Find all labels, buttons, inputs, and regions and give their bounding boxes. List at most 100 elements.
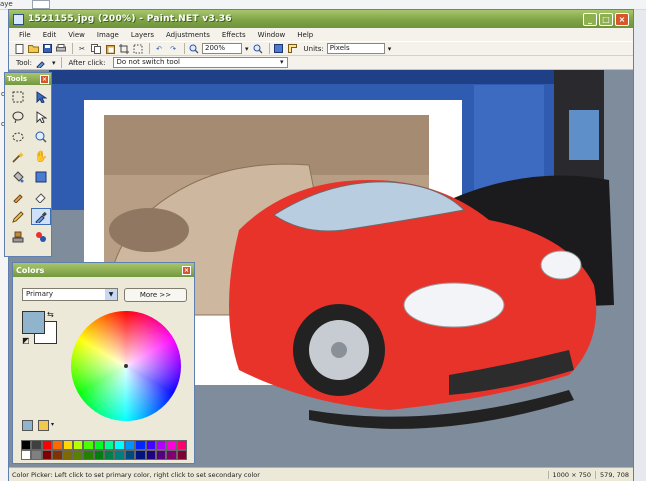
zoom-dropdown-arrow[interactable]: ▾ bbox=[245, 45, 249, 53]
palette-swatch[interactable] bbox=[135, 440, 146, 450]
menu-help[interactable]: Help bbox=[291, 31, 319, 39]
print-icon[interactable] bbox=[55, 43, 67, 54]
menu-window[interactable]: Window bbox=[252, 31, 292, 39]
color-wheel[interactable] bbox=[71, 311, 181, 421]
palette-swatch[interactable] bbox=[104, 440, 115, 450]
swap-colors-icon[interactable]: ⇆ bbox=[47, 310, 54, 319]
palette-swatch[interactable] bbox=[41, 440, 53, 450]
menu-adjustments[interactable]: Adjustments bbox=[160, 31, 216, 39]
palette-swatch[interactable] bbox=[62, 450, 73, 460]
close-button[interactable]: × bbox=[615, 12, 629, 26]
zoom-combo[interactable]: 200% bbox=[202, 43, 242, 54]
colors-panel-titlebar[interactable]: Colors × bbox=[13, 263, 194, 277]
recolor-icon[interactable] bbox=[31, 228, 51, 245]
paste-icon[interactable] bbox=[104, 43, 116, 54]
palette-swatch[interactable] bbox=[93, 440, 104, 450]
gradient-icon[interactable] bbox=[31, 168, 51, 185]
palette-swatch[interactable] bbox=[145, 450, 156, 460]
title-bar[interactable]: 1521155.jpg (200%) - Paint.NET v3.36 _ □… bbox=[9, 10, 633, 28]
rulers-icon[interactable] bbox=[287, 43, 299, 54]
palette-swatch[interactable] bbox=[52, 440, 63, 450]
eraser-icon[interactable] bbox=[31, 188, 51, 205]
maximize-button[interactable]: □ bbox=[599, 12, 613, 26]
reset-colors-icon[interactable]: ◩ bbox=[22, 336, 30, 345]
palette-swatch[interactable] bbox=[93, 450, 104, 460]
redo-icon[interactable]: ↷ bbox=[167, 43, 179, 54]
color-picker-tool-icon[interactable] bbox=[35, 57, 47, 68]
undo-icon[interactable]: ↶ bbox=[153, 43, 165, 54]
palette-swatch[interactable] bbox=[62, 440, 73, 450]
palette-swatch[interactable] bbox=[155, 450, 167, 460]
primary-color-swatch[interactable] bbox=[22, 311, 45, 334]
zoom-out-icon[interactable] bbox=[188, 43, 200, 54]
palette-swatch[interactable] bbox=[52, 450, 63, 460]
palette-menu-icon[interactable] bbox=[38, 420, 49, 431]
palette-swatch[interactable] bbox=[114, 450, 125, 460]
paint-bucket-icon[interactable] bbox=[8, 168, 28, 185]
grid-icon[interactable] bbox=[273, 43, 285, 54]
new-icon[interactable] bbox=[13, 43, 25, 54]
palette-swatch[interactable] bbox=[155, 440, 167, 450]
add-color-icon[interactable] bbox=[22, 420, 33, 431]
color-picker-icon[interactable] bbox=[31, 208, 51, 225]
copy-icon[interactable] bbox=[90, 43, 102, 54]
rectangle-select-icon[interactable] bbox=[8, 88, 28, 105]
save-icon[interactable] bbox=[41, 43, 53, 54]
units-dropdown-arrow[interactable]: ▾ bbox=[388, 45, 392, 53]
menu-bar: File Edit View Image Layers Adjustments … bbox=[9, 28, 633, 41]
toolbar-separator bbox=[149, 43, 150, 54]
pencil-icon[interactable] bbox=[8, 208, 28, 225]
palette-swatch[interactable] bbox=[72, 440, 84, 450]
tool-dropdown-arrow[interactable]: ▾ bbox=[52, 59, 56, 67]
palette-swatch[interactable] bbox=[31, 450, 42, 460]
zoom-tool-icon[interactable] bbox=[31, 128, 51, 145]
palette-swatch[interactable] bbox=[135, 450, 146, 460]
open-icon[interactable] bbox=[27, 43, 39, 54]
menu-file[interactable]: File bbox=[13, 31, 37, 39]
palette-swatch[interactable] bbox=[145, 440, 156, 450]
minimize-button[interactable]: _ bbox=[583, 12, 597, 26]
palette-swatch[interactable] bbox=[166, 450, 177, 460]
tools-grid: ✋ bbox=[5, 85, 51, 248]
palette-swatch[interactable] bbox=[176, 450, 187, 460]
palette-swatch[interactable] bbox=[31, 440, 42, 450]
paintbrush-icon[interactable] bbox=[8, 188, 28, 205]
deselect-icon[interactable] bbox=[132, 43, 144, 54]
palette-swatch[interactable] bbox=[124, 440, 136, 450]
palette-swatch[interactable] bbox=[166, 440, 177, 450]
after-click-combo[interactable]: Do not switch tool ▾ bbox=[112, 57, 288, 68]
lasso-select-icon[interactable] bbox=[8, 108, 28, 125]
move-selected-icon[interactable] bbox=[31, 108, 51, 125]
tools-panel-close-button[interactable]: × bbox=[40, 74, 49, 84]
palette-swatch[interactable] bbox=[21, 440, 32, 450]
tools-panel-titlebar[interactable]: Tools × bbox=[5, 73, 51, 85]
palette-swatch[interactable] bbox=[176, 440, 187, 450]
cut-icon[interactable]: ✂ bbox=[76, 43, 88, 54]
palette-swatch[interactable] bbox=[41, 450, 53, 460]
palette-swatch[interactable] bbox=[104, 450, 115, 460]
palette-swatch[interactable] bbox=[124, 450, 136, 460]
palette-swatch[interactable] bbox=[21, 450, 32, 460]
color-mode-select[interactable]: Primary ▼ bbox=[22, 288, 118, 301]
pan-hand-icon[interactable]: ✋ bbox=[31, 148, 51, 165]
menu-image[interactable]: Image bbox=[91, 31, 125, 39]
magic-wand-icon[interactable] bbox=[8, 148, 28, 165]
palette-swatch[interactable] bbox=[72, 450, 84, 460]
palette-swatch[interactable] bbox=[83, 440, 94, 450]
colors-panel-close-button[interactable]: × bbox=[182, 265, 191, 275]
move-selection-icon[interactable] bbox=[31, 88, 51, 105]
palette-swatch[interactable] bbox=[114, 440, 125, 450]
menu-layers[interactable]: Layers bbox=[125, 31, 160, 39]
more-colors-button[interactable]: More >> bbox=[124, 288, 187, 302]
zoom-in-icon[interactable] bbox=[252, 43, 264, 54]
units-combo[interactable]: Pixels bbox=[326, 43, 385, 54]
crop-icon[interactable] bbox=[118, 43, 130, 54]
menu-effects[interactable]: Effects bbox=[216, 31, 252, 39]
menu-view[interactable]: View bbox=[62, 31, 91, 39]
palette-swatch[interactable] bbox=[83, 450, 94, 460]
clone-stamp-icon[interactable] bbox=[8, 228, 28, 245]
background-right-strip bbox=[632, 10, 646, 481]
menu-edit[interactable]: Edit bbox=[37, 31, 63, 39]
chevron-down-icon[interactable]: ▾ bbox=[51, 421, 54, 428]
ellipse-select-icon[interactable] bbox=[8, 128, 28, 145]
